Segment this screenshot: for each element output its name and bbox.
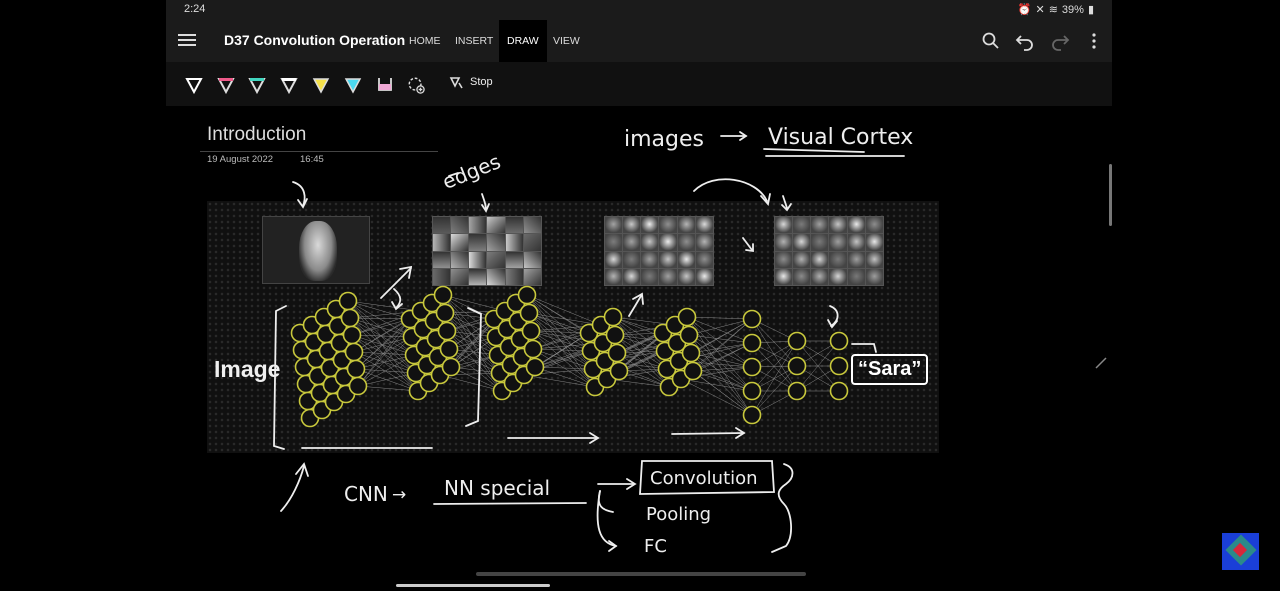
title-divider <box>200 151 438 152</box>
mute-icon: ✕ <box>1035 4 1045 16</box>
pen-teal-icon[interactable] <box>248 75 266 95</box>
nn-special-handwriting: NN special <box>444 476 550 500</box>
stop-button[interactable]: Stop <box>448 74 493 90</box>
pen-pink-icon[interactable] <box>217 75 235 95</box>
top-bar: D37 Convolution Operation HOME INSERT DR… <box>166 20 1112 62</box>
pen-stop-icon <box>449 77 463 89</box>
battery-level: 39% <box>1061 3 1084 16</box>
arrow-handwriting: → <box>392 485 406 505</box>
highlighter-yellow-icon[interactable] <box>312 75 330 95</box>
pen-white-icon[interactable] <box>185 75 203 95</box>
home-indicator[interactable] <box>396 584 550 587</box>
status-icons: ⏰ ✕ ≋ 39% ▮ <box>1017 3 1094 17</box>
more-vertical-icon[interactable] <box>1083 30 1105 52</box>
hamburger-menu-icon[interactable] <box>178 32 196 48</box>
horizontal-scrollbar[interactable] <box>476 572 806 576</box>
wifi-icon: ≋ <box>1048 4 1058 16</box>
edges-handwriting: edges <box>439 149 504 194</box>
draw-toolbar: Stop <box>166 62 1112 106</box>
convolution-handwriting: Convolution <box>650 468 758 489</box>
tab-insert[interactable]: INSERT <box>447 20 501 62</box>
stop-label: Stop <box>470 76 493 88</box>
cnn-diagram-image: Image “Sara” <box>207 201 939 453</box>
page-date: 19 August 2022 <box>207 154 274 165</box>
channel-logo-icon <box>1222 533 1259 570</box>
page-time: 16:45 <box>300 154 324 165</box>
image-input-label: Image <box>214 356 281 382</box>
alarm-icon: ⏰ <box>1017 4 1032 16</box>
lasso-add-icon[interactable] <box>407 75 425 95</box>
vertical-scrollbar[interactable] <box>1109 164 1112 226</box>
page-title: Introduction <box>207 124 307 145</box>
fc-handwriting: FC <box>644 536 667 557</box>
battery-icon: ▮ <box>1087 4 1094 16</box>
redo-icon[interactable] <box>1049 30 1071 52</box>
output-label: “Sara” <box>851 354 929 385</box>
pooling-handwriting: Pooling <box>646 504 711 525</box>
highlighter-cyan-icon[interactable] <box>344 75 362 95</box>
status-bar: 2:24 ⏰ ✕ ≋ 39% ▮ <box>166 0 1112 20</box>
pen-cursor-icon <box>1095 357 1107 369</box>
status-time: 2:24 <box>184 3 206 15</box>
highlighter-pink-icon[interactable] <box>376 75 394 95</box>
cnn-handwriting: CNN <box>344 482 388 506</box>
pen-white-2-icon[interactable] <box>280 75 298 95</box>
tab-draw[interactable]: DRAW <box>499 20 547 62</box>
page-heading: D37 Convolution Operation <box>224 32 406 48</box>
tab-home[interactable]: HOME <box>401 20 449 62</box>
images-handwriting: images <box>624 127 704 152</box>
onenote-app-window: 2:24 ⏰ ✕ ≋ 39% ▮ D37 Convolution Operati… <box>166 0 1112 580</box>
tab-view[interactable]: VIEW <box>545 20 588 62</box>
search-icon[interactable] <box>980 30 1002 52</box>
visual-cortex-handwriting: Visual Cortex <box>768 125 913 150</box>
undo-icon[interactable] <box>1014 30 1036 52</box>
neural-network-graphic <box>290 285 849 428</box>
note-canvas[interactable]: Introduction 19 August 2022 16:45 Image … <box>166 106 1112 580</box>
